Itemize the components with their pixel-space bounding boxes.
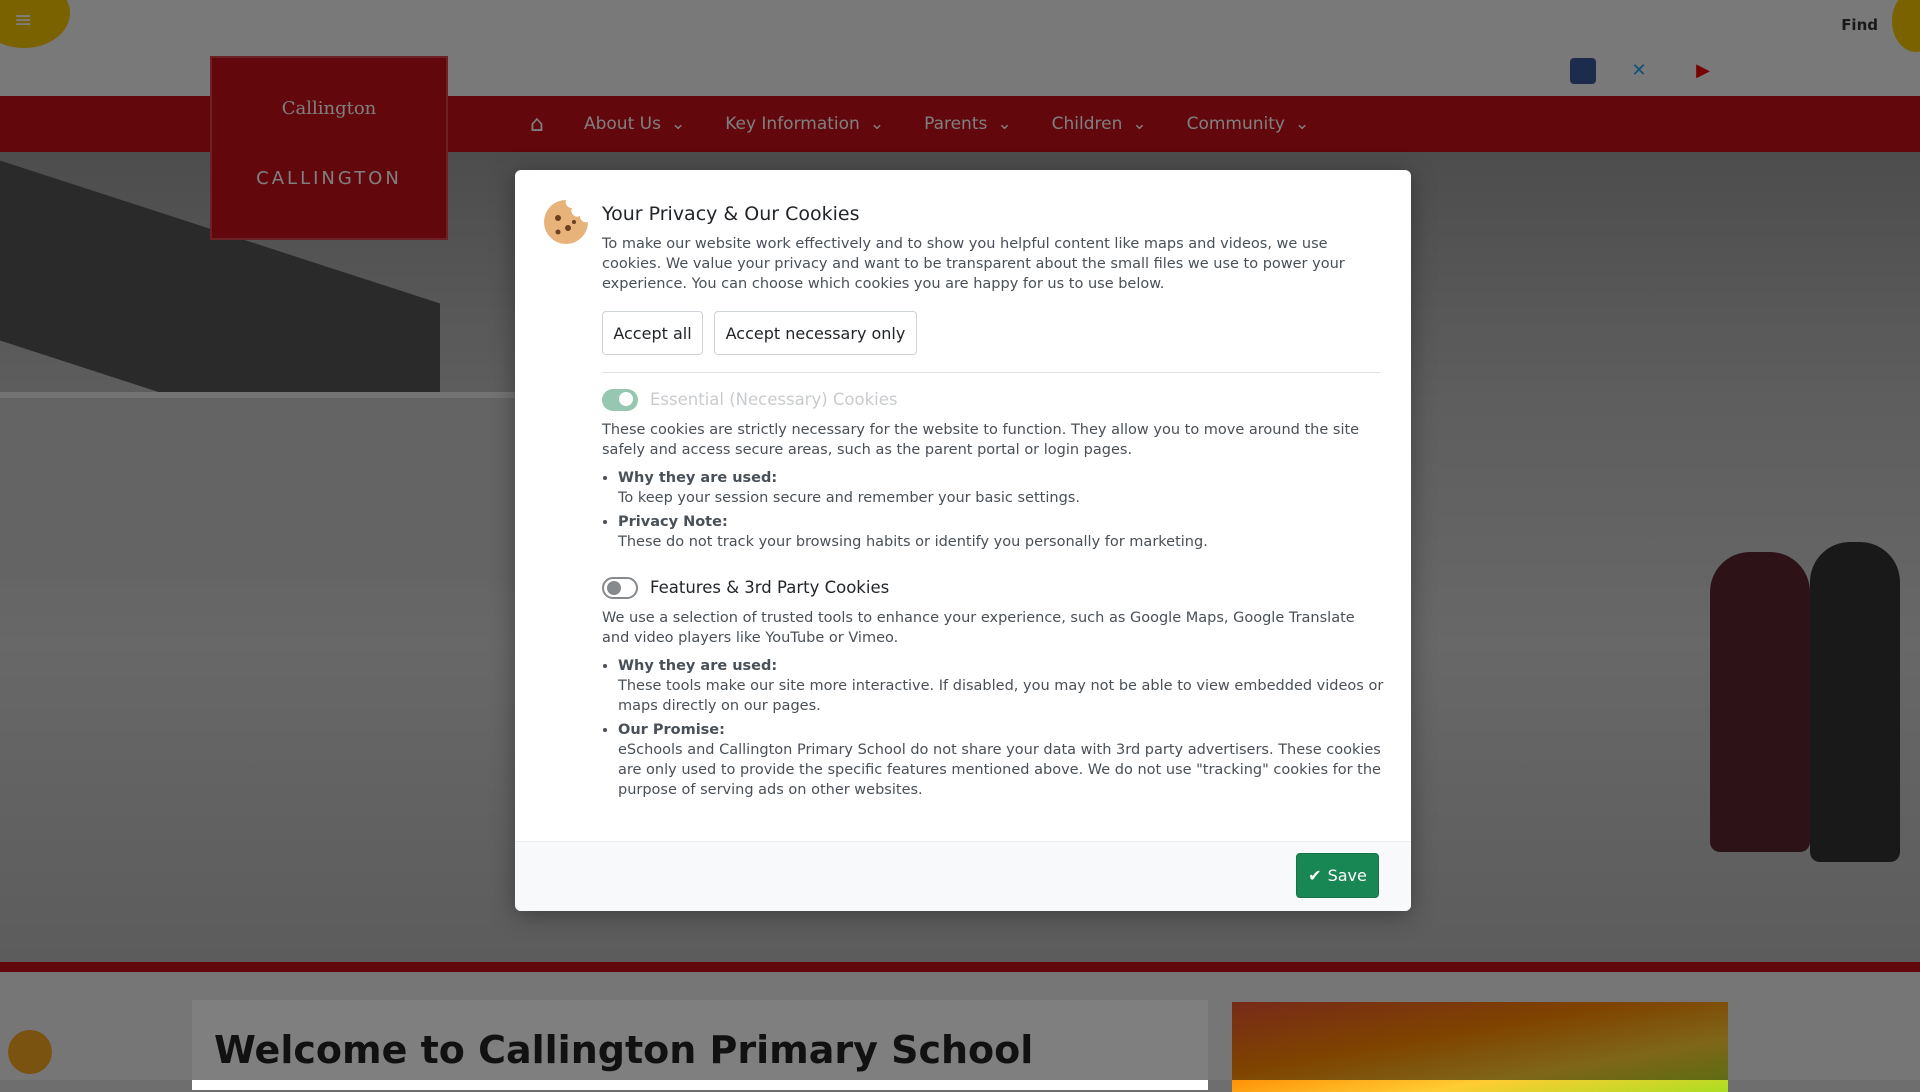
essential-cookies-toggle [602, 389, 638, 411]
bullet-heading: Why they are used: [618, 658, 778, 674]
essential-cookies-description: These cookies are strictly necessary for… [602, 422, 1360, 458]
accept-all-button[interactable]: Accept all [602, 311, 703, 355]
list-item: Privacy Note: These do not track your bro… [618, 512, 1388, 552]
list-item: Why they are used: These tools make our s… [618, 656, 1388, 716]
divider [602, 372, 1380, 373]
bullet-text: These tools make our site more interacti… [618, 678, 1384, 714]
save-button[interactable]: ✔ Save [1296, 853, 1379, 898]
list-item: Why they are used: To keep your session s… [618, 468, 1388, 508]
features-cookies-description: We use a selection of trusted tools to e… [602, 610, 1355, 646]
list-item: Our Promise: eSchools and Callington Prim… [618, 720, 1388, 800]
dialog-intro: To make our website work effectively and… [602, 236, 1345, 292]
cookie-consent-dialog: Your Privacy & Our Cookies To make our w… [515, 170, 1411, 911]
accept-necessary-button[interactable]: Accept necessary only [714, 311, 917, 355]
features-cookies-toggle[interactable] [602, 577, 638, 599]
bullet-heading: Privacy Note: [618, 514, 728, 530]
features-cookies-list: Why they are used: These tools make our s… [602, 656, 1388, 804]
essential-cookies-title: Essential (Necessary) Cookies [650, 390, 898, 409]
check-icon: ✔ [1308, 866, 1322, 885]
bullet-text: These do not track your browsing habits … [618, 534, 1208, 550]
bullet-heading: Our Promise: [618, 722, 725, 738]
toggle-knob [607, 581, 621, 595]
toggle-knob [619, 392, 633, 406]
essential-cookies-list: Why they are used: To keep your session s… [602, 468, 1388, 556]
features-cookies-title: Features & 3rd Party Cookies [650, 578, 890, 597]
cookie-icon [544, 200, 588, 244]
save-button-label: Save [1327, 866, 1367, 885]
bullet-heading: Why they are used: [618, 470, 778, 486]
dialog-footer: ✔ Save [515, 841, 1411, 911]
bullet-text: eSchools and Callington Primary School d… [618, 742, 1381, 798]
dialog-body: Your Privacy & Our Cookies To make our w… [515, 170, 1411, 841]
bullet-text: To keep your session secure and remember… [618, 490, 1080, 506]
dialog-title: Your Privacy & Our Cookies [602, 203, 860, 225]
